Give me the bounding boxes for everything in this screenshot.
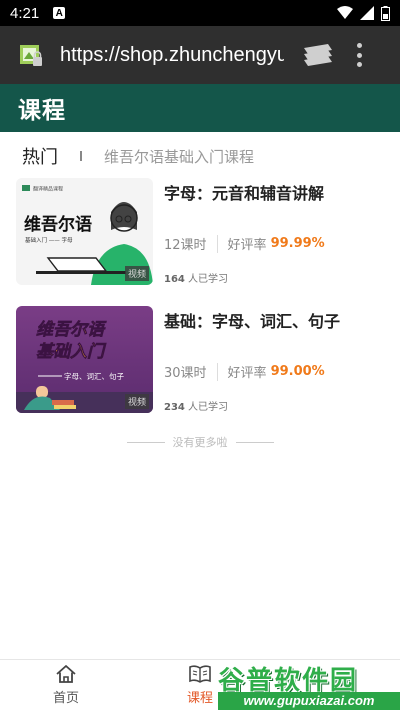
course-title[interactable]: 基础：字母、词汇、句子 <box>164 308 340 332</box>
students-number: 234 <box>164 402 185 413</box>
wifi-icon <box>337 6 353 19</box>
url-bar[interactable]: https://shop.zhunchengyu <box>60 44 284 67</box>
thumb-logo-text: 翻译精品课程 <box>33 186 63 193</box>
tab-divider <box>80 151 82 161</box>
book-icon <box>189 665 211 683</box>
video-badge: 视频 <box>124 394 149 409</box>
lesson-count: 12课时 <box>164 238 207 253</box>
course-thumbnail: 翻译精品课程 维吾尔语 基础入门 —— 字母 视频 <box>16 178 153 285</box>
tab-hot[interactable]: 热门 <box>22 143 58 169</box>
meta-divider <box>216 362 218 381</box>
nav-course-label: 课程 <box>186 691 213 706</box>
thumb-title-line2: 基础入门 <box>36 342 107 362</box>
video-badge: 视频 <box>124 266 149 281</box>
end-of-list-text: 没有更多啦 <box>172 436 228 449</box>
notification-icon: A <box>53 7 66 19</box>
category-tabs: 热门 维吾尔语基础入门课程 <box>0 140 400 172</box>
page-title: 课程 <box>18 98 66 124</box>
divider <box>235 441 274 443</box>
rating-value: 99.99% <box>270 236 325 251</box>
lesson-count: 30课时 <box>164 366 207 381</box>
home-icon <box>56 665 76 683</box>
tab-course-name[interactable]: 维吾尔语基础入门课程 <box>104 146 254 167</box>
meta-divider <box>216 234 218 253</box>
nav-home[interactable]: 首页 <box>36 664 96 710</box>
rating-value: 99.00% <box>270 364 325 379</box>
thumb-title-line1: 维吾尔语 <box>36 320 107 340</box>
course-thumbnail: 维吾尔语 基础入门 字母、词汇、句子 视频 <box>16 306 153 413</box>
rating-label: 好评率 <box>227 366 267 381</box>
course-item[interactable]: 翻译精品课程 维吾尔语 基础入门 —— 字母 视频 字母：元音和辅音讲解 12课… <box>16 178 386 286</box>
status-time: 4:21 <box>10 4 40 22</box>
course-meta: 30课时 好评率 99.00% <box>164 362 325 381</box>
course-item[interactable]: 维吾尔语 基础入门 字母、词汇、句子 视频 基础：字母、词汇、句子 30课时 好… <box>16 306 386 414</box>
course-title[interactable]: 字母：元音和辅音讲解 <box>164 180 324 204</box>
course-meta: 12课时 好评率 99.99% <box>164 234 325 253</box>
battery-icon <box>381 5 390 21</box>
page-header: 课程 <box>0 84 400 132</box>
watermark: 谷普软件园 www.gupuxiazai.com <box>218 660 400 712</box>
rating-label: 好评率 <box>227 238 267 253</box>
students-label: 人已学习 <box>184 274 229 285</box>
nav-home-label: 首页 <box>52 691 79 706</box>
browser-toolbar: https://shop.zhunchengyu <box>0 26 400 84</box>
tabs-icon[interactable] <box>302 42 334 68</box>
thumb-title-text: 维吾尔语 <box>24 214 92 235</box>
overflow-menu-icon[interactable] <box>356 43 362 67</box>
signal-icon <box>360 6 374 20</box>
watermark-url: www.gupuxiazai.com <box>218 692 400 710</box>
divider <box>126 441 165 443</box>
end-of-list: 没有更多啦 <box>0 434 400 450</box>
students-count: 234 人已学习 <box>164 398 228 413</box>
thumb-sub-text: 基础入门 —— 字母 <box>25 236 73 244</box>
students-count: 164 人已学习 <box>164 270 228 285</box>
students-number: 164 <box>164 274 185 285</box>
status-bar: 4:21 A <box>0 0 400 26</box>
thumb-sub-text: 字母、词汇、句子 <box>64 371 124 381</box>
students-label: 人已学习 <box>184 402 229 413</box>
site-favicon-icon[interactable] <box>18 42 44 68</box>
